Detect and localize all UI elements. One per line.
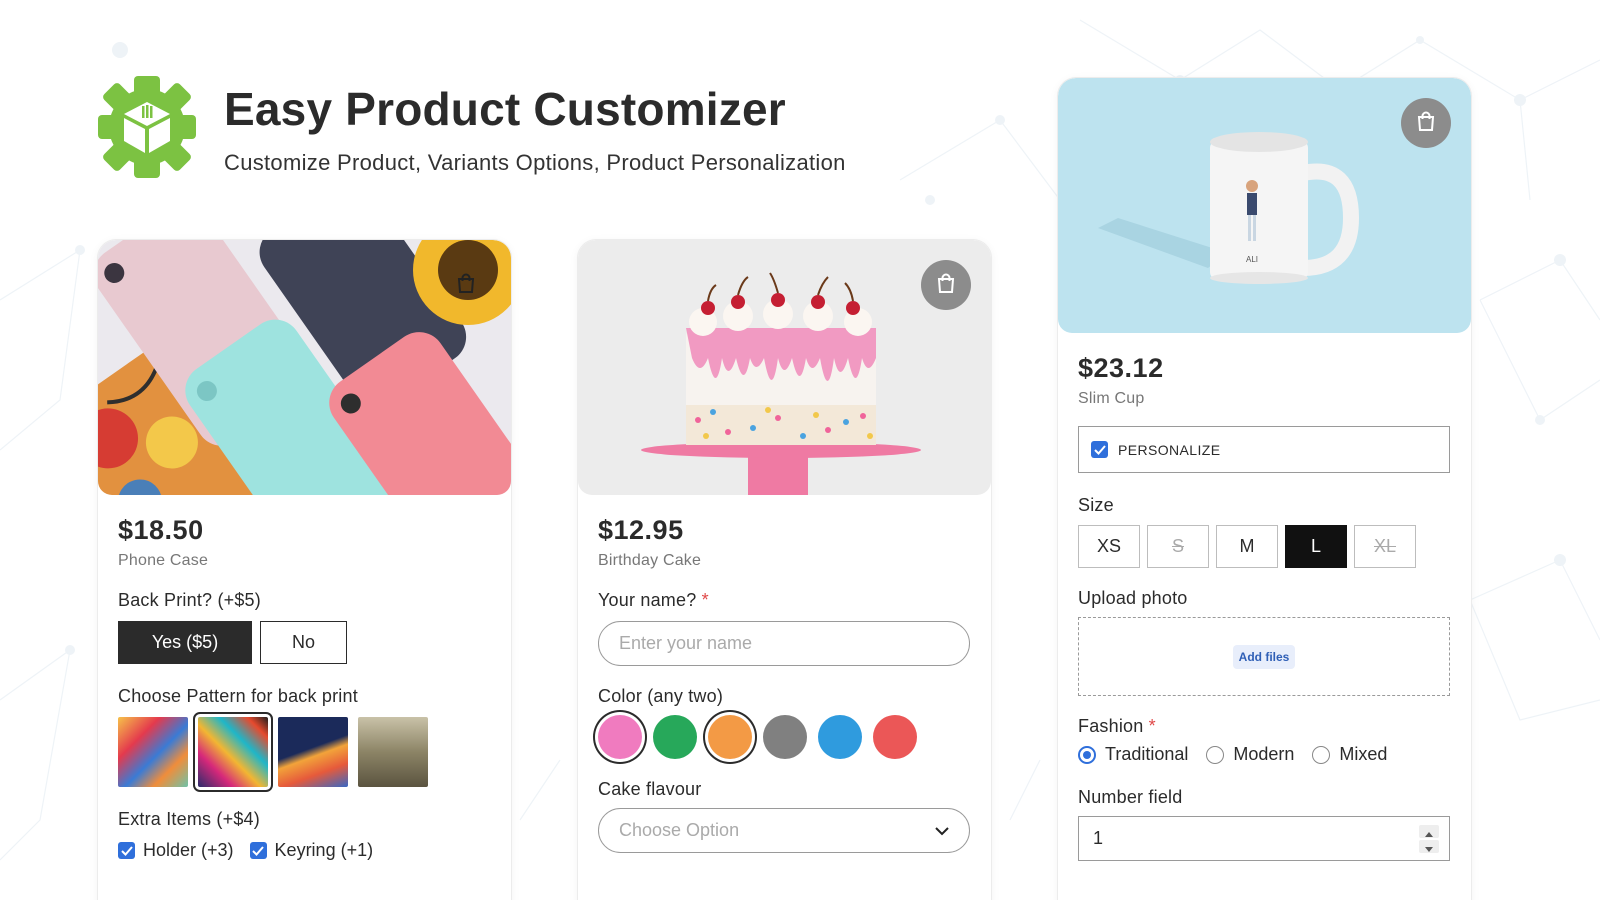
pattern-swatch-woman-illustration[interactable]	[278, 717, 348, 787]
your-name-label-text: Your name?	[598, 590, 697, 610]
shopping-bag-icon	[1415, 110, 1437, 137]
radio-empty-icon	[1206, 745, 1225, 764]
upload-dropzone[interactable]: Add files	[1078, 617, 1450, 696]
extra-holder-label: Holder (+3)	[143, 840, 234, 860]
product-price: $12.95	[598, 515, 684, 545]
color-swatch-pink[interactable]	[598, 715, 642, 759]
fashion-label: Fashion *	[1078, 716, 1451, 737]
extra-items-label: Extra Items (+$4)	[118, 809, 260, 829]
pattern-swatch-castle-painting[interactable]	[358, 717, 428, 787]
fashion-option-traditional[interactable]: Traditional	[1078, 744, 1188, 765]
number-field-label: Number field	[1078, 787, 1183, 807]
product-name: Phone Case	[118, 552, 209, 569]
number-field-value: 1	[1093, 828, 1104, 848]
your-name-input[interactable]	[598, 621, 970, 666]
checkbox-checked-icon	[249, 842, 267, 859]
radio-empty-icon	[1312, 745, 1331, 764]
add-to-bag-button[interactable]	[921, 260, 971, 310]
size-option-xl[interactable]: XL	[1354, 525, 1416, 568]
number-field-input[interactable]: 1	[1078, 816, 1450, 861]
fashion-option-modern[interactable]: Modern	[1206, 744, 1294, 765]
color-swatch-gray[interactable]	[763, 715, 807, 759]
product-price: $18.50	[118, 515, 204, 545]
back-print-label: Back Print? (+$5)	[118, 590, 261, 610]
product-price: $23.12	[1078, 353, 1164, 383]
size-option-m[interactable]: M	[1216, 525, 1278, 568]
fashion-option-label: Traditional	[1105, 744, 1189, 764]
required-mark: *	[701, 590, 709, 610]
fashion-option-label: Modern	[1233, 744, 1295, 764]
product-card-phone-case: $18.50 Phone Case Back Print? (+$5) Yes …	[98, 240, 511, 900]
chevron-down-icon	[935, 820, 949, 841]
pattern-swatch-colorful-face[interactable]	[193, 712, 273, 792]
color-swatch-orange[interactable]	[708, 715, 752, 759]
size-option-l[interactable]: L	[1285, 525, 1347, 568]
your-name-label: Your name? *	[598, 590, 971, 611]
extra-keyring-checkbox[interactable]: Keyring (+1)	[249, 840, 374, 861]
size-label: Size	[1078, 495, 1114, 515]
cake-flavour-select[interactable]: Choose Option	[598, 808, 970, 853]
back-print-yes-button[interactable]: Yes ($5)	[118, 621, 252, 664]
color-swatch-blue[interactable]	[818, 715, 862, 759]
gear-box-icon	[98, 76, 196, 178]
pattern-label: Choose Pattern for back print	[118, 686, 358, 706]
product-card-birthday-cake: $12.95 Birthday Cake Your name? * Color …	[578, 240, 991, 900]
fashion-option-label: Mixed	[1339, 744, 1388, 764]
app-subtitle: Customize Product, Variants Options, Pro…	[224, 150, 846, 175]
cake-flavour-label: Cake flavour	[598, 779, 702, 799]
product-name: Birthday Cake	[598, 552, 702, 569]
add-files-button[interactable]: Add files	[1232, 644, 1296, 669]
size-option-s[interactable]: S	[1147, 525, 1209, 568]
checkbox-checked-icon	[1091, 441, 1108, 458]
product-card-slim-cup: ALI $23.12 Slim Cup PERSONALIZE Size XS …	[1058, 78, 1471, 900]
fashion-option-mixed[interactable]: Mixed	[1312, 744, 1387, 765]
color-label: Color (any two)	[598, 686, 724, 706]
upload-photo-label: Upload photo	[1078, 588, 1188, 608]
product-image-birthday-cake[interactable]	[578, 240, 991, 495]
radio-selected-icon	[1078, 745, 1096, 764]
shopping-bag-icon	[935, 272, 957, 299]
add-to-bag-button[interactable]	[441, 260, 491, 310]
mug-print-text: ALI	[1246, 255, 1258, 264]
number-stepper[interactable]	[1419, 824, 1439, 853]
required-mark: *	[1148, 716, 1156, 736]
checkbox-checked-icon	[118, 842, 135, 859]
personalize-label: PERSONALIZE	[1118, 441, 1221, 458]
shopping-bag-icon	[455, 272, 477, 299]
back-print-no-button[interactable]: No	[260, 621, 347, 664]
product-image-slim-cup[interactable]: ALI	[1058, 78, 1471, 333]
stepper-up-icon[interactable]	[1419, 824, 1439, 838]
size-option-xs[interactable]: XS	[1078, 525, 1140, 568]
app-title: Easy Product Customizer	[224, 83, 786, 135]
product-name: Slim Cup	[1078, 390, 1145, 407]
personalize-checkbox[interactable]: PERSONALIZE	[1078, 426, 1450, 473]
color-swatch-green[interactable]	[653, 715, 697, 759]
fashion-label-text: Fashion	[1078, 716, 1144, 736]
product-image-phone-case[interactable]	[98, 240, 511, 495]
stepper-down-icon[interactable]	[1419, 839, 1439, 853]
extra-holder-checkbox[interactable]: Holder (+3)	[118, 840, 234, 861]
cake-flavour-placeholder: Choose Option	[619, 820, 740, 840]
pattern-swatch-abstract-paint[interactable]	[118, 717, 188, 787]
extra-keyring-label: Keyring (+1)	[274, 840, 374, 860]
app-header: Easy Product Customizer Customize Produc…	[98, 76, 846, 178]
color-swatch-red[interactable]	[873, 715, 917, 759]
add-to-bag-button[interactable]	[1401, 98, 1451, 148]
